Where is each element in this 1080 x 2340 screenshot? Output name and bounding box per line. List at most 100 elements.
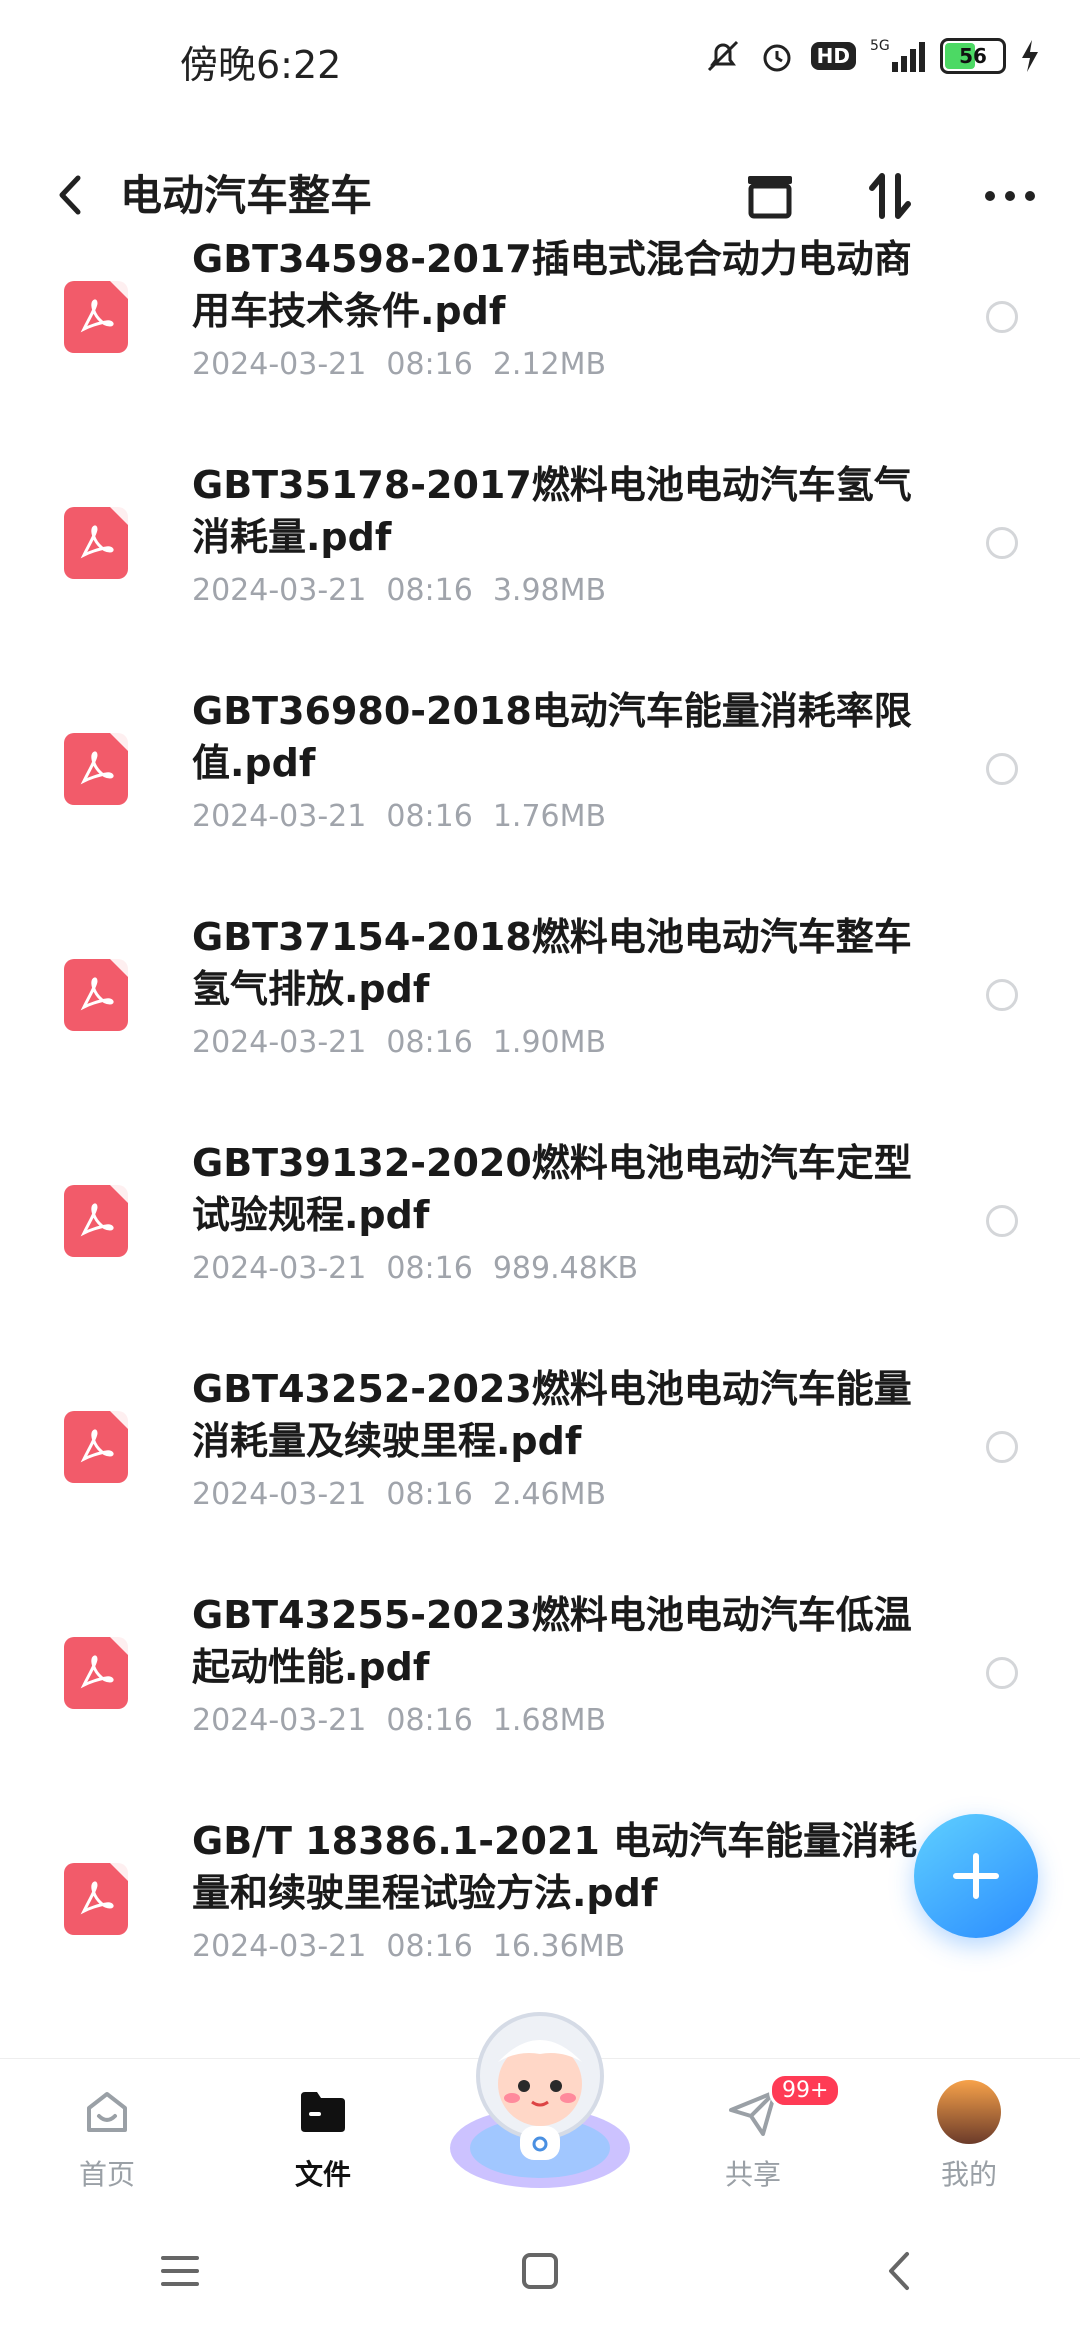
home-button[interactable] xyxy=(500,2231,580,2311)
file-name: GBT35178-2017燃料电池电动汽车氢气消耗量.pdf xyxy=(192,463,912,559)
file-time: 08:16 xyxy=(386,1025,473,1060)
file-meta: 2024-03-21 08:16 1.90MB xyxy=(192,1025,626,1060)
select-radio[interactable] xyxy=(986,1657,1018,1689)
square-icon xyxy=(522,2253,558,2289)
file-meta: 2024-03-21 08:16 3.98MB xyxy=(192,573,626,608)
system-back-button[interactable] xyxy=(860,2231,940,2311)
battery-icon: 56 xyxy=(940,38,1006,74)
mascot-icon xyxy=(450,2012,630,2188)
file-size: 2.46MB xyxy=(492,1477,607,1512)
file-time: 08:16 xyxy=(386,347,473,382)
select-radio[interactable] xyxy=(986,753,1018,785)
file-name: GBT43252-2023燃料电池电动汽车能量消耗量及续驶里程.pdf xyxy=(192,1367,912,1463)
file-size: 1.68MB xyxy=(492,1703,607,1738)
pdf-icon xyxy=(64,1637,128,1709)
share-badge: 99+ xyxy=(769,2073,842,2108)
select-radio[interactable] xyxy=(986,301,1018,333)
file-item[interactable]: GBT35178-2017燃料电池电动汽车氢气消耗量.pdf 2024-03-2… xyxy=(0,451,1080,677)
sort-button[interactable] xyxy=(850,156,930,236)
file-item[interactable]: GBT34598-2017插电式混合动力电动商用车技术条件.pdf 2024-0… xyxy=(0,225,1080,451)
file-time: 08:16 xyxy=(386,1929,473,1964)
select-radio[interactable] xyxy=(986,1431,1018,1463)
file-name: GBT37154-2018燃料电池电动汽车整车氢气排放.pdf xyxy=(192,915,912,1011)
alarm-icon xyxy=(757,36,797,76)
file-time: 08:16 xyxy=(386,1477,473,1512)
page-title: 电动汽车整车 xyxy=(120,171,373,220)
signal-icon: 5G xyxy=(870,36,926,76)
select-radio[interactable] xyxy=(986,527,1018,559)
svg-text:5G: 5G xyxy=(870,38,890,54)
file-meta: 2024-03-21 08:16 2.12MB xyxy=(192,347,626,382)
file-item[interactable]: GBT43252-2023燃料电池电动汽车能量消耗量及续驶里程.pdf 2024… xyxy=(0,1355,1080,1581)
file-time: 08:16 xyxy=(386,799,473,834)
file-size: 16.36MB xyxy=(492,1929,626,1964)
archive-button[interactable] xyxy=(730,156,810,236)
file-list: GBT34598-2017插电式混合动力电动商用车技术条件.pdf 2024-0… xyxy=(0,225,1080,2033)
file-date: 2024-03-21 xyxy=(192,1477,367,1512)
hd-icon: HD xyxy=(810,42,856,70)
menu-button[interactable] xyxy=(140,2231,220,2311)
add-button[interactable] xyxy=(914,1814,1038,1938)
file-size: 989.48KB xyxy=(492,1251,639,1286)
nav-share[interactable]: 99+ 共享 xyxy=(683,2073,842,2193)
file-name: GB/T 18386.1-2021 电动汽车能量消耗量和续驶里程试验方法.pdf xyxy=(192,1819,918,1915)
file-date: 2024-03-21 xyxy=(192,1703,367,1738)
sort-icon xyxy=(869,173,911,219)
file-date: 2024-03-21 xyxy=(192,799,367,834)
file-item[interactable]: GBT43255-2023燃料电池电动汽车低温起动性能.pdf 2024-03-… xyxy=(0,1581,1080,1807)
status-icons: HD 5G 56 xyxy=(703,36,1040,76)
file-date: 2024-03-21 xyxy=(192,573,367,608)
plus-icon xyxy=(953,1853,999,1899)
file-date: 2024-03-21 xyxy=(192,1929,367,1964)
file-time: 08:16 xyxy=(386,1251,473,1286)
file-meta: 2024-03-21 08:16 1.68MB xyxy=(192,1703,626,1738)
nav-home-label: 首页 xyxy=(78,2158,135,2191)
avatar xyxy=(937,2080,1001,2144)
pdf-icon xyxy=(64,1863,128,1935)
file-item[interactable]: GBT37154-2018燃料电池电动汽车整车氢气排放.pdf 2024-03-… xyxy=(0,903,1080,1129)
file-date: 2024-03-21 xyxy=(192,1251,367,1286)
nav-files[interactable]: 文件 xyxy=(253,2077,393,2193)
pdf-icon xyxy=(64,1411,128,1483)
file-name: GBT34598-2017插电式混合动力电动商用车技术条件.pdf xyxy=(192,237,912,333)
file-meta: 2024-03-21 08:16 1.76MB xyxy=(192,799,626,834)
more-button[interactable] xyxy=(970,156,1050,236)
menu-icon xyxy=(161,2256,199,2286)
file-meta: 2024-03-21 08:16 2.46MB xyxy=(192,1477,626,1512)
nav-mine[interactable]: 我的 xyxy=(899,2077,1039,2193)
file-item[interactable]: GBT36980-2018电动汽车能量消耗率限值.pdf 2024-03-21 0… xyxy=(0,677,1080,903)
pdf-icon xyxy=(64,959,128,1031)
assistant-mascot[interactable] xyxy=(442,1998,638,2188)
status-time: 傍晚6:22 xyxy=(180,43,342,87)
pdf-icon xyxy=(64,733,128,805)
pdf-icon xyxy=(64,1185,128,1257)
file-date: 2024-03-21 xyxy=(192,347,367,382)
file-size: 3.98MB xyxy=(492,573,607,608)
select-radio[interactable] xyxy=(986,1205,1018,1237)
more-icon xyxy=(985,191,1035,201)
file-item[interactable]: GBT39132-2020燃料电池电动汽车定型试验规程.pdf 2024-03-… xyxy=(0,1129,1080,1355)
file-date: 2024-03-21 xyxy=(192,1025,367,1060)
nav-home[interactable]: 首页 xyxy=(37,2077,177,2193)
pdf-icon xyxy=(64,507,128,579)
charging-icon xyxy=(1020,36,1040,76)
system-nav xyxy=(0,2216,1080,2326)
file-meta: 2024-03-21 08:16 16.36MB xyxy=(192,1929,645,1964)
file-size: 1.76MB xyxy=(492,799,607,834)
file-size: 1.90MB xyxy=(492,1025,607,1060)
home-icon xyxy=(72,2077,142,2147)
mute-bell-icon xyxy=(703,36,743,76)
file-name: GBT36980-2018电动汽车能量消耗率限值.pdf xyxy=(192,689,912,785)
file-time: 08:16 xyxy=(386,573,473,608)
battery-level: 56 xyxy=(959,44,987,68)
archive-icon xyxy=(748,176,792,219)
avatar-wrap xyxy=(934,2077,1004,2147)
back-button[interactable] xyxy=(40,160,100,230)
chevron-left-icon xyxy=(59,175,81,215)
nav-files-label: 文件 xyxy=(294,2158,351,2191)
file-meta: 2024-03-21 08:16 989.48KB xyxy=(192,1251,658,1286)
select-radio[interactable] xyxy=(986,979,1018,1011)
pdf-icon xyxy=(64,281,128,353)
status-bar: 傍晚6:22 HD 5G 56 xyxy=(0,0,1080,120)
folder-icon xyxy=(288,2077,358,2147)
